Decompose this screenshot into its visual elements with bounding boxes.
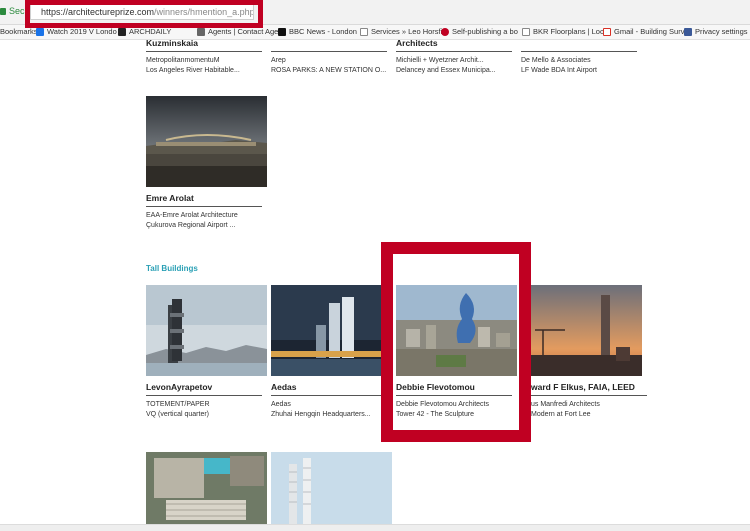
- entry-card[interactable]: Arep ROSA PARKS: A NEW STATION O...: [271, 38, 391, 76]
- aerial-pool-render-image: [146, 452, 267, 524]
- entry-project: Çukurova Regional Airport ...: [146, 222, 236, 229]
- entry-firm: Aedas: [271, 401, 291, 408]
- entry-project: LF Wade BDA Int Airport: [521, 67, 597, 74]
- entry-firm: MetropolitanmomentuM: [146, 57, 220, 64]
- bbc-icon: [278, 28, 286, 36]
- facebook-icon: [684, 28, 692, 36]
- entry-project: Modern at Fort Lee: [531, 411, 591, 418]
- airport-render-image: [146, 96, 267, 187]
- bookmark-item[interactable]: BKR Floorplans | Loca: [522, 25, 608, 39]
- entry-image[interactable]: [521, 285, 642, 376]
- section-title-tall-buildings[interactable]: Tall Buildings: [146, 264, 198, 273]
- bookmark-favicon-icon: [197, 28, 205, 36]
- lock-icon: [0, 8, 6, 15]
- entry-firm: EAA-Emre Arolat Architecture: [146, 212, 238, 219]
- entry-card[interactable]: De Mello & Associates LF Wade BDA Int Ai…: [521, 38, 641, 76]
- bookmark-item[interactable]: Gmail - Building Surv: [603, 25, 684, 39]
- bookmark-favicon-icon: [441, 28, 449, 36]
- entry-card[interactable]: Emre Arolat EAA-Emre Arolat Architecture…: [146, 193, 266, 231]
- entry-firm: Arep: [271, 57, 286, 64]
- entry-project: Zhuhai Hengqin Headquarters...: [271, 411, 371, 418]
- entry-name: Emre Arolat: [146, 193, 194, 203]
- entry-firm: TOTEMENT/PAPER: [146, 401, 210, 408]
- entry-image[interactable]: [146, 452, 267, 524]
- divider: [271, 51, 387, 52]
- entry-name: [271, 38, 391, 48]
- entry-image[interactable]: [146, 96, 267, 187]
- entry-name: Kuzminskaia: [146, 38, 198, 48]
- entry-name: Architects: [396, 38, 438, 48]
- bookmark-item[interactable]: Self-publishing a bo: [441, 25, 518, 39]
- entry-name: Aedas: [271, 382, 297, 392]
- highlight-url-box: [25, 0, 263, 28]
- sunset-tower-render-image: [521, 285, 642, 376]
- bookmark-favicon-icon: [118, 28, 126, 36]
- bookmark-item[interactable]: BBC News - London: [278, 25, 357, 39]
- divider: [146, 51, 262, 52]
- entry-project: VQ (vertical quarter): [146, 411, 210, 418]
- page-icon: [522, 28, 530, 36]
- entry-name: [521, 38, 641, 48]
- entry-project: ROSA PARKS: A NEW STATION O...: [271, 67, 387, 74]
- divider: [146, 395, 262, 396]
- divider: [396, 51, 512, 52]
- entry-image[interactable]: [146, 285, 267, 376]
- entry-card[interactable]: LevonAyrapetov TOTEMENT/PAPER VQ (vertic…: [146, 382, 266, 420]
- page-icon: [360, 28, 368, 36]
- tower-render-image: [146, 285, 267, 376]
- bookmark-item[interactable]: Privacy settings: [684, 25, 748, 39]
- entry-image[interactable]: [271, 452, 392, 524]
- entry-card[interactable]: ward F Elkus, FAIA, LEED us Manfredi Arc…: [531, 382, 651, 420]
- bookmark-favicon-icon: [36, 28, 44, 36]
- entry-project: Los Angeles River Habitable...: [146, 67, 240, 74]
- towers-night-render-image: [271, 285, 392, 376]
- divider: [521, 51, 637, 52]
- divider: [531, 395, 647, 396]
- entry-card[interactable]: Architects Michielli + Wyetzner Archit..…: [396, 38, 516, 76]
- entry-firm: De Mello & Associates: [521, 57, 591, 64]
- bookmark-item[interactable]: Services » Leo Horsfi: [360, 25, 442, 39]
- entry-card[interactable]: Kuzminskaia MetropolitanmomentuM Los Ang…: [146, 38, 266, 76]
- entry-firm: Michielli + Wyetzner Archit...: [396, 57, 484, 64]
- divider: [146, 206, 262, 207]
- entry-firm: us Manfredi Architects: [531, 401, 600, 408]
- entry-name: LevonAyrapetov: [146, 382, 213, 392]
- divider: [271, 395, 387, 396]
- entry-name: ward F Elkus, FAIA, LEED: [531, 382, 635, 392]
- entry-project: Delancey and Essex Municipa...: [396, 67, 496, 74]
- twin-towers-render-image: [271, 452, 392, 524]
- entry-image[interactable]: [271, 285, 392, 376]
- gmail-icon: [603, 28, 611, 36]
- highlight-entry-box: [381, 242, 531, 442]
- entry-card[interactable]: Aedas Aedas Zhuhai Hengqin Headquarters.…: [271, 382, 391, 420]
